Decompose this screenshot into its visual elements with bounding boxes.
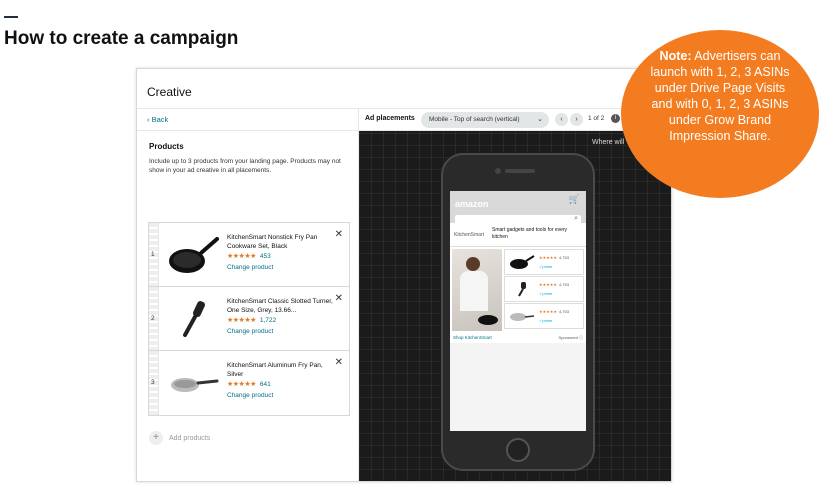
change-product-link[interactable]: Change product (227, 264, 273, 271)
product-tile[interactable]: ★★★★★ 4,753 ✓prime (504, 276, 584, 302)
product-tile[interactable]: ★★★★★ 4,753 ✓prime (504, 249, 584, 275)
fry-pan-image (169, 237, 219, 273)
ad-placements-label: Ad placements (365, 115, 415, 122)
phone-screen: amazon 🛒 ⌕ KitchenSmart Smart gadgets an… (450, 191, 586, 431)
prime-badge: ✓prime (539, 291, 553, 296)
brand-headline: Smart gadgets and tools for every kitche… (492, 227, 568, 240)
review-count[interactable]: 1,722 (260, 317, 276, 324)
product-index: 2 (151, 315, 155, 322)
phone-camera (495, 168, 501, 174)
phone-mockup: amazon 🛒 ⌕ KitchenSmart Smart gadgets an… (441, 153, 595, 471)
products-title: Products (149, 142, 184, 151)
tile-review-count: 4,753 (558, 309, 569, 314)
phone-speaker (505, 169, 535, 173)
product-name: KitchenSmart Nonstick Fry Pan Cookware S… (227, 234, 318, 250)
note-label: Note: (659, 49, 692, 63)
aluminum-pan-image (510, 313, 535, 321)
shop-row: Shop KitchenSmart Sponsored ⓘ (450, 333, 586, 343)
creative-title: Creative (147, 85, 192, 99)
review-count[interactable]: 641 (260, 381, 271, 388)
remove-product-icon[interactable]: ✕ (335, 357, 343, 368)
star-rating-icon: ★★★★★ (539, 282, 557, 287)
plus-icon: + (149, 431, 163, 445)
tile-review-count: 4,753 (558, 282, 569, 287)
info-icon[interactable]: i (611, 114, 620, 123)
phone-home-button (506, 438, 530, 462)
add-products-label: Add products (169, 434, 211, 442)
products-description: Include up to 3 products from your landi… (149, 158, 341, 174)
product-index: 1 (151, 251, 155, 258)
placement-select[interactable]: Mobile - Top of search (vertical) ⌄ (421, 112, 549, 128)
aluminum-pan-image (171, 378, 219, 392)
products-panel: ‹ Back Products Include up to 3 products… (137, 109, 359, 481)
slotted-turner-image (183, 301, 206, 337)
creative-header: Creative (137, 69, 671, 109)
product-name: KitchenSmart Aluminum Fry Pan, Silver (227, 362, 323, 378)
title-accent-line (4, 16, 18, 18)
preview-hint: Where will (592, 139, 625, 146)
product-rating: ★★★★★ 1,722 (227, 316, 276, 324)
next-placement-button[interactable]: › (570, 113, 583, 126)
product-name: KitchenSmart Classic Slotted Turner, One… (227, 298, 333, 314)
change-product-link[interactable]: Change product (227, 328, 273, 335)
product-tiles: ★★★★★ 4,753 ✓prime ★★★★★ 4,753 ✓prime ★★… (504, 249, 584, 330)
slide: How to create a campaign Creative ‹ Back… (0, 0, 823, 494)
slide-title: How to create a campaign (4, 28, 239, 49)
person-head (466, 257, 480, 271)
slotted-turner-image (518, 282, 526, 297)
review-count[interactable]: 453 (260, 253, 271, 260)
cart-icon: 🛒 (568, 194, 580, 204)
product-list: 1 KitchenSmart Nonstick Fry Pan Cookware… (148, 222, 350, 416)
star-rating-icon: ★★★★★ (539, 255, 557, 260)
note-text: Advertisers can launch with 1, 2, 3 ASIN… (650, 49, 790, 143)
star-rating-icon: ★★★★★ (227, 317, 256, 324)
brand-header: KitchenSmart Smart gadgets and tools for… (450, 223, 586, 247)
creative-screenshot: Creative ‹ Back Products Include up to 3… (136, 68, 672, 482)
remove-product-icon[interactable]: ✕ (335, 293, 343, 304)
lifestyle-image (452, 249, 502, 331)
remove-product-icon[interactable]: ✕ (335, 229, 343, 240)
person-body (460, 271, 488, 311)
sponsored-label: Sponsored ⓘ (558, 335, 583, 340)
star-rating-icon: ★★★★★ (227, 253, 256, 260)
brand-logo: KitchenSmart (454, 232, 485, 238)
tile-review-count: 4,753 (558, 255, 569, 260)
fry-pan-image (510, 255, 535, 269)
add-products-button[interactable]: + Add products (149, 431, 210, 445)
change-product-link[interactable]: Change product (227, 392, 273, 399)
placement-page-indicator: 1 of 2 (588, 115, 605, 122)
star-rating-icon: ★★★★★ (539, 309, 557, 314)
placement-value: Mobile - Top of search (vertical) (429, 116, 520, 123)
tile-rating: ★★★★★ 4,753 (539, 282, 569, 287)
product-tile[interactable]: ★★★★★ 4,753 ✓prime (504, 303, 584, 329)
creative-body: ‹ Back Products Include up to 3 products… (137, 109, 671, 481)
product-index: 3 (151, 379, 155, 386)
prime-badge: ✓prime (539, 264, 553, 269)
product-rating: ★★★★★ 453 (227, 252, 271, 260)
chevron-down-icon: ⌄ (537, 116, 543, 123)
tile-rating: ★★★★★ 4,753 (539, 309, 569, 314)
note-callout: Note: Advertisers can launch with 1, 2, … (621, 30, 819, 198)
product-row: 1 KitchenSmart Nonstick Fry Pan Cookware… (149, 223, 349, 287)
product-row: 3 KitchenSmart Aluminum Fry Pan, Silver … (149, 351, 349, 415)
amazon-logo: amazon (455, 199, 489, 209)
ad-creative: ★★★★★ 4,753 ✓prime ★★★★★ 4,753 ✓prime ★★… (450, 247, 586, 333)
product-rating: ★★★★★ 641 (227, 380, 271, 388)
prime-badge: ✓prime (539, 318, 553, 323)
back-link[interactable]: ‹ Back (137, 109, 358, 131)
shop-brand-link[interactable]: Shop KitchenSmart (453, 335, 492, 340)
star-rating-icon: ★★★★★ (227, 381, 256, 388)
pan-image (478, 315, 498, 325)
preview-panel: Ad placements Mobile - Top of search (ve… (359, 109, 671, 481)
prev-placement-button[interactable]: ‹ (555, 113, 568, 126)
tile-rating: ★★★★★ 4,753 (539, 255, 569, 260)
product-row: 2 KitchenSmart Classic Slotted Turner, O… (149, 287, 349, 351)
search-icon: ⌕ (574, 215, 578, 222)
amazon-header: amazon 🛒 ⌕ (450, 191, 586, 225)
